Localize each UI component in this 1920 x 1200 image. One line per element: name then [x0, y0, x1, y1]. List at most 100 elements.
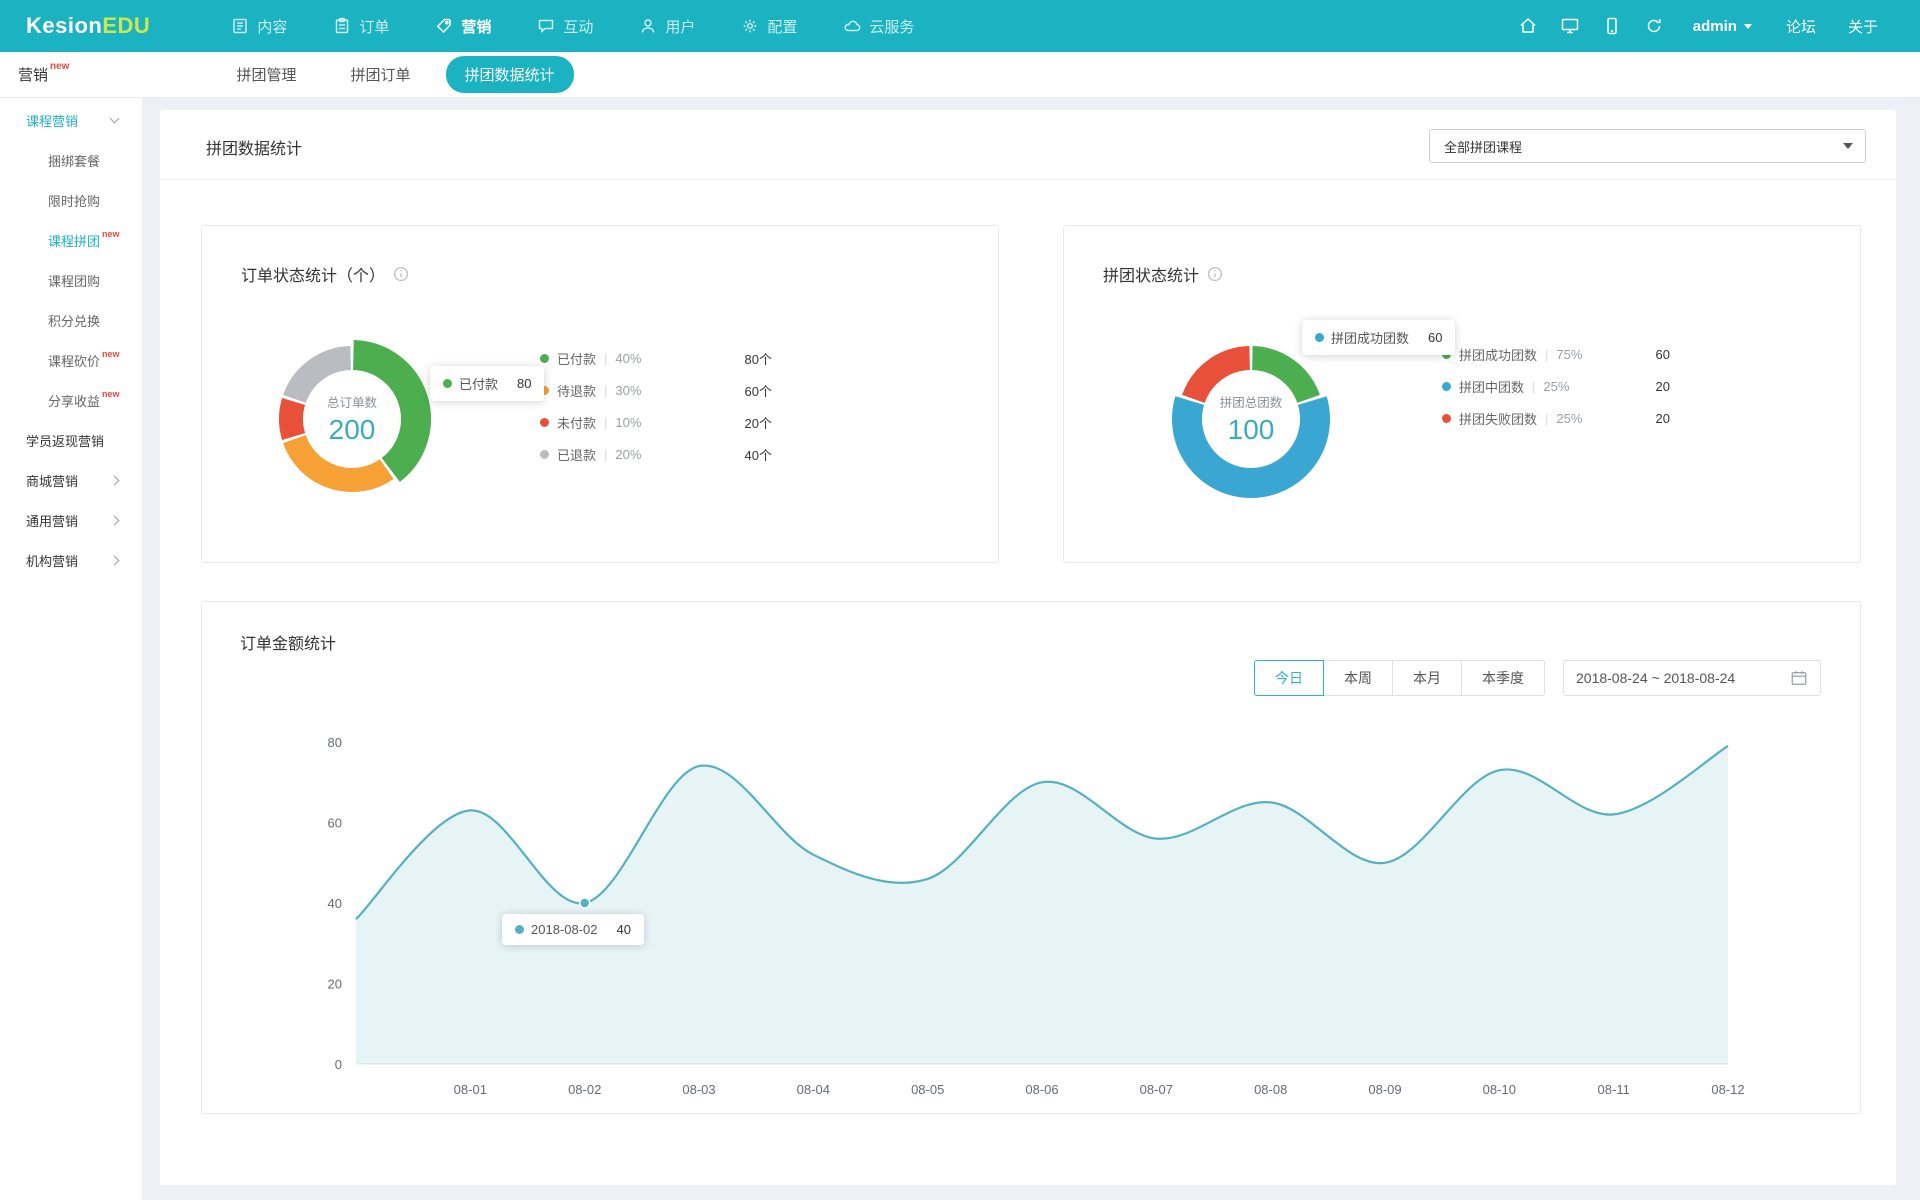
mobile-icon[interactable]: [1591, 0, 1633, 52]
chevron-down-icon: [110, 114, 120, 124]
svg-text:08-05: 08-05: [911, 1082, 944, 1097]
tab-group-stats[interactable]: 拼团数据统计: [446, 56, 574, 93]
nav-label: 互动: [563, 16, 593, 37]
sidebar-group-label: 课程营销: [26, 111, 78, 130]
refresh-icon[interactable]: [1633, 0, 1675, 52]
topbar-right: admin 论坛 关于: [1507, 0, 1920, 52]
legend-item[interactable]: 已退款 | 20% 40个: [540, 438, 772, 470]
tooltip-dot: [1315, 333, 1324, 342]
content-icon: [231, 17, 249, 35]
svg-text:40: 40: [328, 896, 342, 911]
monitor-icon[interactable]: [1549, 0, 1591, 52]
svg-text:08-03: 08-03: [682, 1082, 715, 1097]
legend-value: 20个: [745, 413, 772, 432]
order-icon: [333, 17, 351, 35]
section-label: 营销 new: [0, 64, 69, 85]
legend-value: 20: [1656, 379, 1670, 394]
tab-group-orders[interactable]: 拼团订单: [331, 56, 429, 93]
nav-item-orders[interactable]: 订单: [310, 0, 412, 52]
tooltip-dot: [515, 925, 524, 934]
new-badge: new: [102, 229, 120, 239]
group-status-title: 拼团状态统计: [1103, 262, 1223, 286]
nav-item-content[interactable]: 内容: [208, 0, 310, 52]
sidebar-item-share-income[interactable]: 分享收益new: [0, 380, 142, 420]
info-icon[interactable]: [1207, 266, 1223, 282]
legend-item[interactable]: 待退款 | 30% 60个: [540, 374, 772, 406]
sidebar-item-student-cashback[interactable]: 学员返现营销: [0, 420, 142, 460]
sidebar-item-course-tuangou[interactable]: 课程团购: [0, 260, 142, 300]
legend-item[interactable]: 未付款 | 10% 20个: [540, 406, 772, 438]
sidebar-item-label: 通用营销: [26, 511, 78, 530]
range-tab-week[interactable]: 本周: [1323, 660, 1393, 696]
order-status-donut-chart[interactable]: [242, 309, 462, 529]
sidebar-item-course-pintuan[interactable]: 课程拼团new: [0, 220, 142, 260]
sidebar-group-general-marketing[interactable]: 通用营销: [0, 500, 142, 540]
legend-item[interactable]: 拼团失败团数 | 25% 20: [1442, 402, 1670, 434]
legend-dot: [540, 450, 549, 459]
info-icon[interactable]: [393, 266, 409, 282]
svg-text:08-01: 08-01: [454, 1082, 487, 1097]
legend-item[interactable]: 已付款 | 40% 80个: [540, 342, 772, 374]
tab-group-manage[interactable]: 拼团管理: [217, 56, 315, 93]
nav-item-interaction[interactable]: 互动: [514, 0, 616, 52]
new-badge: new: [50, 62, 69, 72]
sub-navbar: 营销 new 拼团管理 拼团订单 拼团数据统计: [0, 52, 1920, 98]
order-status-title: 订单状态统计（个）: [241, 262, 409, 286]
chevron-right-icon: [110, 476, 120, 486]
sidebar-group-org-marketing[interactable]: 机构营销: [0, 540, 142, 580]
sidebar-item-label: 分享收益: [48, 391, 100, 410]
legend-item[interactable]: 拼团成功团数 | 75% 60: [1442, 338, 1670, 370]
range-tab-quarter[interactable]: 本季度: [1461, 660, 1545, 696]
legend-percent: 30%: [615, 383, 641, 398]
forum-link[interactable]: 论坛: [1770, 16, 1832, 37]
card-header: 拼团数据统计 全部拼团课程: [160, 110, 1896, 180]
nav-item-marketing[interactable]: 营销: [412, 0, 514, 52]
sub-tabs: 拼团管理 拼团订单 拼团数据统计: [217, 56, 573, 93]
top-navbar: KesionEDU 内容 订单 营销 互动 用户 配置 云服务: [0, 0, 1920, 52]
legend-divider: |: [604, 415, 607, 430]
sidebar-group-course-marketing[interactable]: 课程营销: [0, 100, 142, 140]
range-tab-today[interactable]: 今日: [1254, 660, 1324, 696]
date-range-picker[interactable]: 2018-08-24 ~ 2018-08-24: [1563, 660, 1821, 696]
legend-value: 20: [1656, 411, 1670, 426]
sidebar-item-flash-sale[interactable]: 限时抢购: [0, 180, 142, 220]
app-logo[interactable]: KesionEDU: [0, 13, 150, 39]
nav-label: 订单: [359, 16, 389, 37]
svg-text:60: 60: [328, 816, 342, 831]
sidebar-item-label: 限时抢购: [48, 191, 100, 210]
nav-label: 云服务: [869, 16, 914, 37]
legend-percent: 40%: [615, 351, 641, 366]
svg-text:08-06: 08-06: [1025, 1082, 1058, 1097]
legend-divider: |: [1545, 411, 1548, 426]
order-status-panel: 订单状态统计（个） 总订单数 200 已付款 80 已付款 |: [201, 225, 999, 563]
svg-text:80: 80: [328, 735, 342, 750]
amount-controls: 今日 本周 本月 本季度 2018-08-24 ~ 2018-08-24: [1254, 660, 1821, 696]
sidebar-item-label: 积分兑换: [48, 311, 100, 330]
admin-label: admin: [1693, 18, 1737, 35]
legend-percent: 20%: [615, 447, 641, 462]
legend-value: 40个: [745, 445, 772, 464]
tag-icon: [435, 17, 453, 35]
admin-menu[interactable]: admin: [1675, 18, 1770, 35]
home-icon[interactable]: [1507, 0, 1549, 52]
course-filter-select[interactable]: 全部拼团课程: [1429, 129, 1866, 163]
legend-item[interactable]: 拼团中团数 | 25% 20: [1442, 370, 1670, 402]
tooltip-label: 已付款: [459, 374, 498, 393]
range-tab-month[interactable]: 本月: [1392, 660, 1462, 696]
nav-label: 内容: [257, 16, 287, 37]
about-link[interactable]: 关于: [1832, 16, 1894, 37]
nav-item-config[interactable]: 配置: [718, 0, 820, 52]
sidebar-item-bundle-package[interactable]: 捆绑套餐: [0, 140, 142, 180]
svg-text:08-04: 08-04: [797, 1082, 830, 1097]
sidebar-item-course-bargain[interactable]: 课程砍价new: [0, 340, 142, 380]
tooltip-date: 2018-08-02: [531, 922, 598, 937]
nav-item-users[interactable]: 用户: [616, 0, 718, 52]
legend-divider: |: [604, 383, 607, 398]
sidebar-item-points-exchange[interactable]: 积分兑换: [0, 300, 142, 340]
legend-value: 80个: [745, 349, 772, 368]
sidebar-group-mall-marketing[interactable]: 商城营销: [0, 460, 142, 500]
nav-label: 用户: [665, 16, 695, 37]
legend-percent: 25%: [1543, 379, 1569, 394]
nav-item-cloud[interactable]: 云服务: [820, 0, 937, 52]
date-range-value: 2018-08-24 ~ 2018-08-24: [1576, 670, 1735, 686]
